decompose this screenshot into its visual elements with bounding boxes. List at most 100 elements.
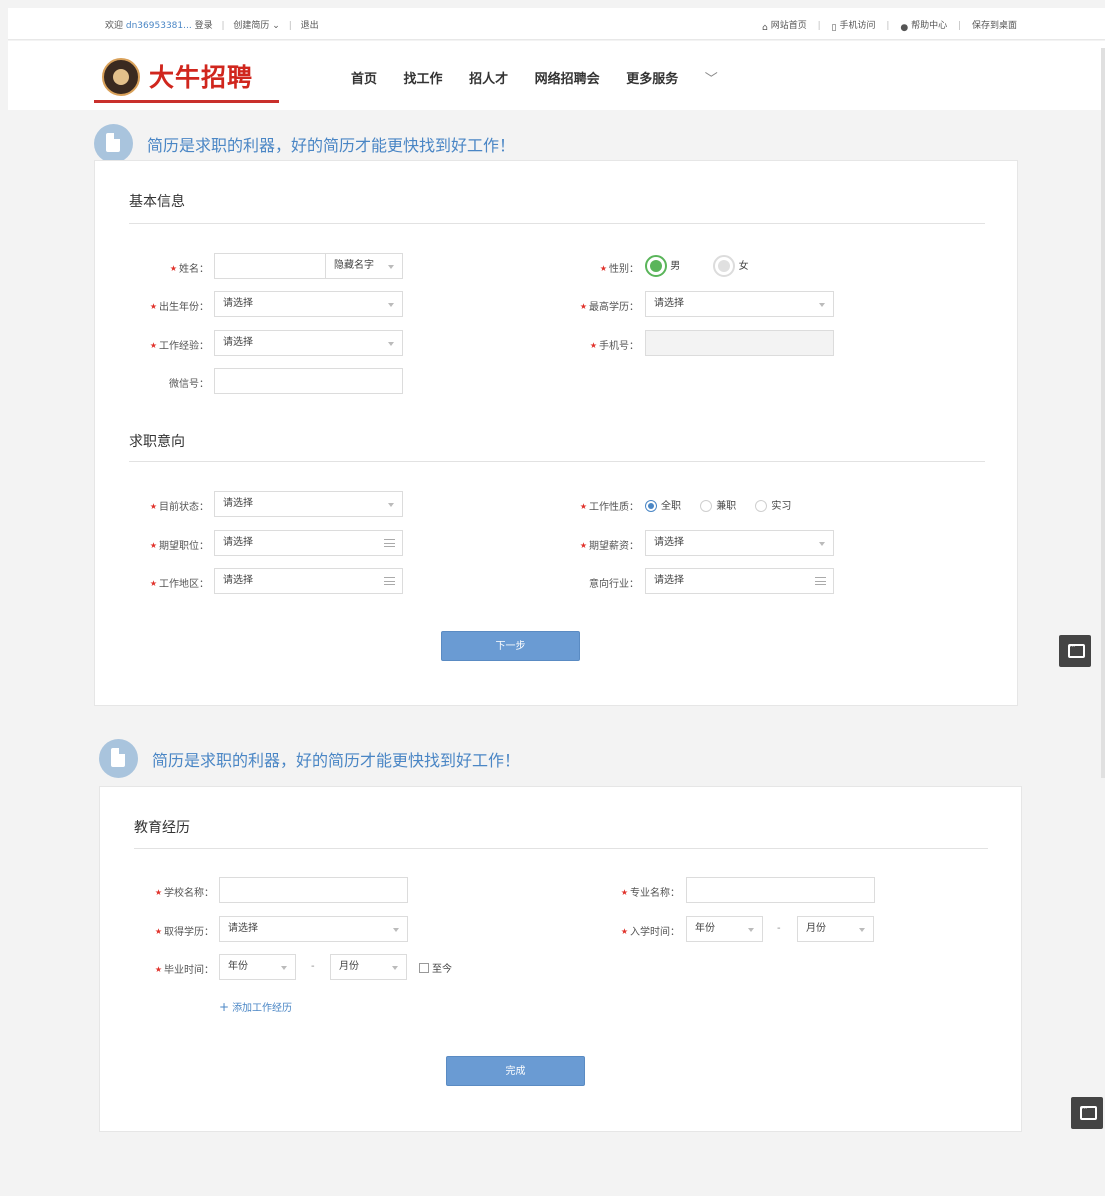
major-label: ★ 专业名称： <box>596 884 680 899</box>
required-mark: ★ <box>149 502 157 511</box>
name-label-text: 姓名： <box>179 264 209 275</box>
area-label: ★ 工作地区： <box>125 575 209 590</box>
salary-value: 请选择 <box>654 537 684 548</box>
gender-label-text: 性别： <box>609 264 639 275</box>
nav-item-job-fair[interactable]: 网络招聘会 <box>535 72 600 87</box>
area-select[interactable]: 请选择 <box>214 568 403 594</box>
chat-icon[interactable] <box>1059 635 1091 667</box>
required-mark: ★ <box>149 302 157 311</box>
nav-item-talent[interactable]: 招人才 <box>469 72 508 87</box>
site-home-link[interactable]: ⌂ 网站首页 <box>762 21 807 33</box>
name-input[interactable] <box>214 253 326 279</box>
until-now-checkbox[interactable]: 至今 <box>419 960 452 975</box>
logo-badge-icon <box>102 58 140 96</box>
status-select[interactable]: 请选择 <box>214 491 403 517</box>
divider: | <box>958 21 962 31</box>
mobile-link[interactable]: ▯ 手机访问 <box>832 21 876 33</box>
gender-male-option[interactable]: 男 <box>645 255 680 277</box>
industry-value: 请选择 <box>654 575 684 586</box>
wechat-label: 微信号： <box>169 379 209 390</box>
nature-fulltime-label: 全职 <box>661 501 681 512</box>
grad-month-value: 月份 <box>339 961 359 972</box>
birth-year-select[interactable]: 请选择 <box>214 291 403 317</box>
education-value: 请选择 <box>654 298 684 309</box>
chat-icon[interactable] <box>1071 1097 1103 1129</box>
finish-button[interactable]: 完成 <box>446 1056 585 1086</box>
position-label: ★ 期望职位： <box>125 537 209 552</box>
birth-year-label-text: 出生年份： <box>159 302 209 313</box>
enroll-month-select[interactable]: 月份 <box>797 916 874 942</box>
hide-name-label: 隐藏名字 <box>334 260 374 271</box>
phone-input[interactable] <box>645 330 834 356</box>
plus-icon: + <box>219 1000 230 1014</box>
required-mark: ★ <box>149 579 157 588</box>
caret-down-icon <box>388 342 394 346</box>
graduation-label-text: 毕业时间： <box>164 965 214 976</box>
grad-year-select[interactable]: 年份 <box>219 954 296 980</box>
graduation-label: ★ 毕业时间： <box>130 961 214 976</box>
caret-down-icon <box>859 928 865 932</box>
salary-select[interactable]: 请选择 <box>645 530 834 556</box>
phone-label: ★ 手机号： <box>555 337 639 352</box>
school-label-text: 学校名称： <box>164 888 214 899</box>
mobile-label: 手机访问 <box>839 21 876 31</box>
add-work-label: 添加工作经历 <box>232 1003 293 1014</box>
list-icon <box>384 577 395 585</box>
chevron-down-icon: ﹀ <box>704 72 718 87</box>
school-input[interactable] <box>219 877 408 903</box>
required-mark: ★ <box>154 927 162 936</box>
degree-select[interactable]: 请选择 <box>219 916 408 942</box>
scrollbar[interactable] <box>1101 48 1105 778</box>
school-label: ★ 学校名称： <box>130 884 214 899</box>
create-resume-link[interactable]: 创建简历 <box>233 21 269 31</box>
chevron-down-icon: ⌄ <box>272 21 280 31</box>
nav-item-jobs[interactable]: 找工作 <box>404 72 443 87</box>
required-mark: ★ <box>149 541 157 550</box>
status-label: ★ 目前状态： <box>125 498 209 513</box>
required-mark: ★ <box>154 965 162 974</box>
add-work-experience-link[interactable]: + 添加工作经历 <box>219 999 292 1014</box>
nature-parttime-option[interactable]: 兼职 <box>700 500 736 512</box>
nav-item-more[interactable]: 更多服务 ﹀ <box>626 72 740 87</box>
username-link[interactable]: dn36953381... <box>126 21 192 31</box>
job-nature-label: ★ 工作性质： <box>555 498 639 513</box>
education-label-text: 最高学历： <box>589 302 639 313</box>
female-avatar-icon <box>713 255 736 277</box>
wechat-input[interactable] <box>214 368 403 394</box>
nature-fulltime-option[interactable]: 全职 <box>645 500 681 512</box>
education-card: 教育经历 ★ 学校名称： ★ 专业名称： ★ 取得学历： 请选择 ★ 入学时间： 年份 … <box>99 786 1022 1132</box>
nav-item-home[interactable]: 首页 <box>351 72 377 87</box>
caret-down-icon <box>748 928 754 932</box>
next-step-button[interactable]: 下一步 <box>441 631 580 661</box>
login-link[interactable]: 登录 <box>195 21 213 31</box>
position-select[interactable]: 请选择 <box>214 530 403 556</box>
birth-year-value: 请选择 <box>223 298 253 309</box>
major-input[interactable] <box>686 877 875 903</box>
caret-down-icon <box>388 303 394 307</box>
top-bar-left: 欢迎 dn36953381... 登录 | 创建简历 ⌄ | 退出 <box>105 18 319 31</box>
experience-select[interactable]: 请选择 <box>214 330 403 356</box>
gender-female-option[interactable]: 女 <box>713 255 749 277</box>
required-mark: ★ <box>620 888 628 897</box>
nature-intern-option[interactable]: 实习 <box>755 500 791 512</box>
required-mark: ★ <box>579 302 587 311</box>
site-logo[interactable]: 大牛招聘 <box>94 50 279 103</box>
divider <box>129 223 985 224</box>
grad-month-select[interactable]: 月份 <box>330 954 407 980</box>
industry-select[interactable]: 请选择 <box>645 568 834 594</box>
logout-link[interactable]: 退出 <box>301 21 319 31</box>
hide-name-select[interactable]: 隐藏名字 <box>325 253 403 279</box>
required-mark: ★ <box>149 341 157 350</box>
section-tagline: 简历是求职的利器，好的简历才能更快找到好工作！ <box>147 135 516 155</box>
caret-down-icon <box>392 966 398 970</box>
education-select[interactable]: 请选择 <box>645 291 834 317</box>
radio-checked-icon <box>645 500 657 512</box>
status-label-text: 目前状态： <box>159 502 209 513</box>
help-link[interactable]: ● 帮助中心 <box>900 21 947 33</box>
save-desktop-link[interactable]: 保存到桌面 <box>972 21 1017 31</box>
enroll-year-select[interactable]: 年份 <box>686 916 763 942</box>
degree-value: 请选择 <box>228 923 258 934</box>
position-label-text: 期望职位： <box>159 541 209 552</box>
experience-label: ★ 工作经验： <box>125 337 209 352</box>
dash-separator: - <box>311 961 315 972</box>
